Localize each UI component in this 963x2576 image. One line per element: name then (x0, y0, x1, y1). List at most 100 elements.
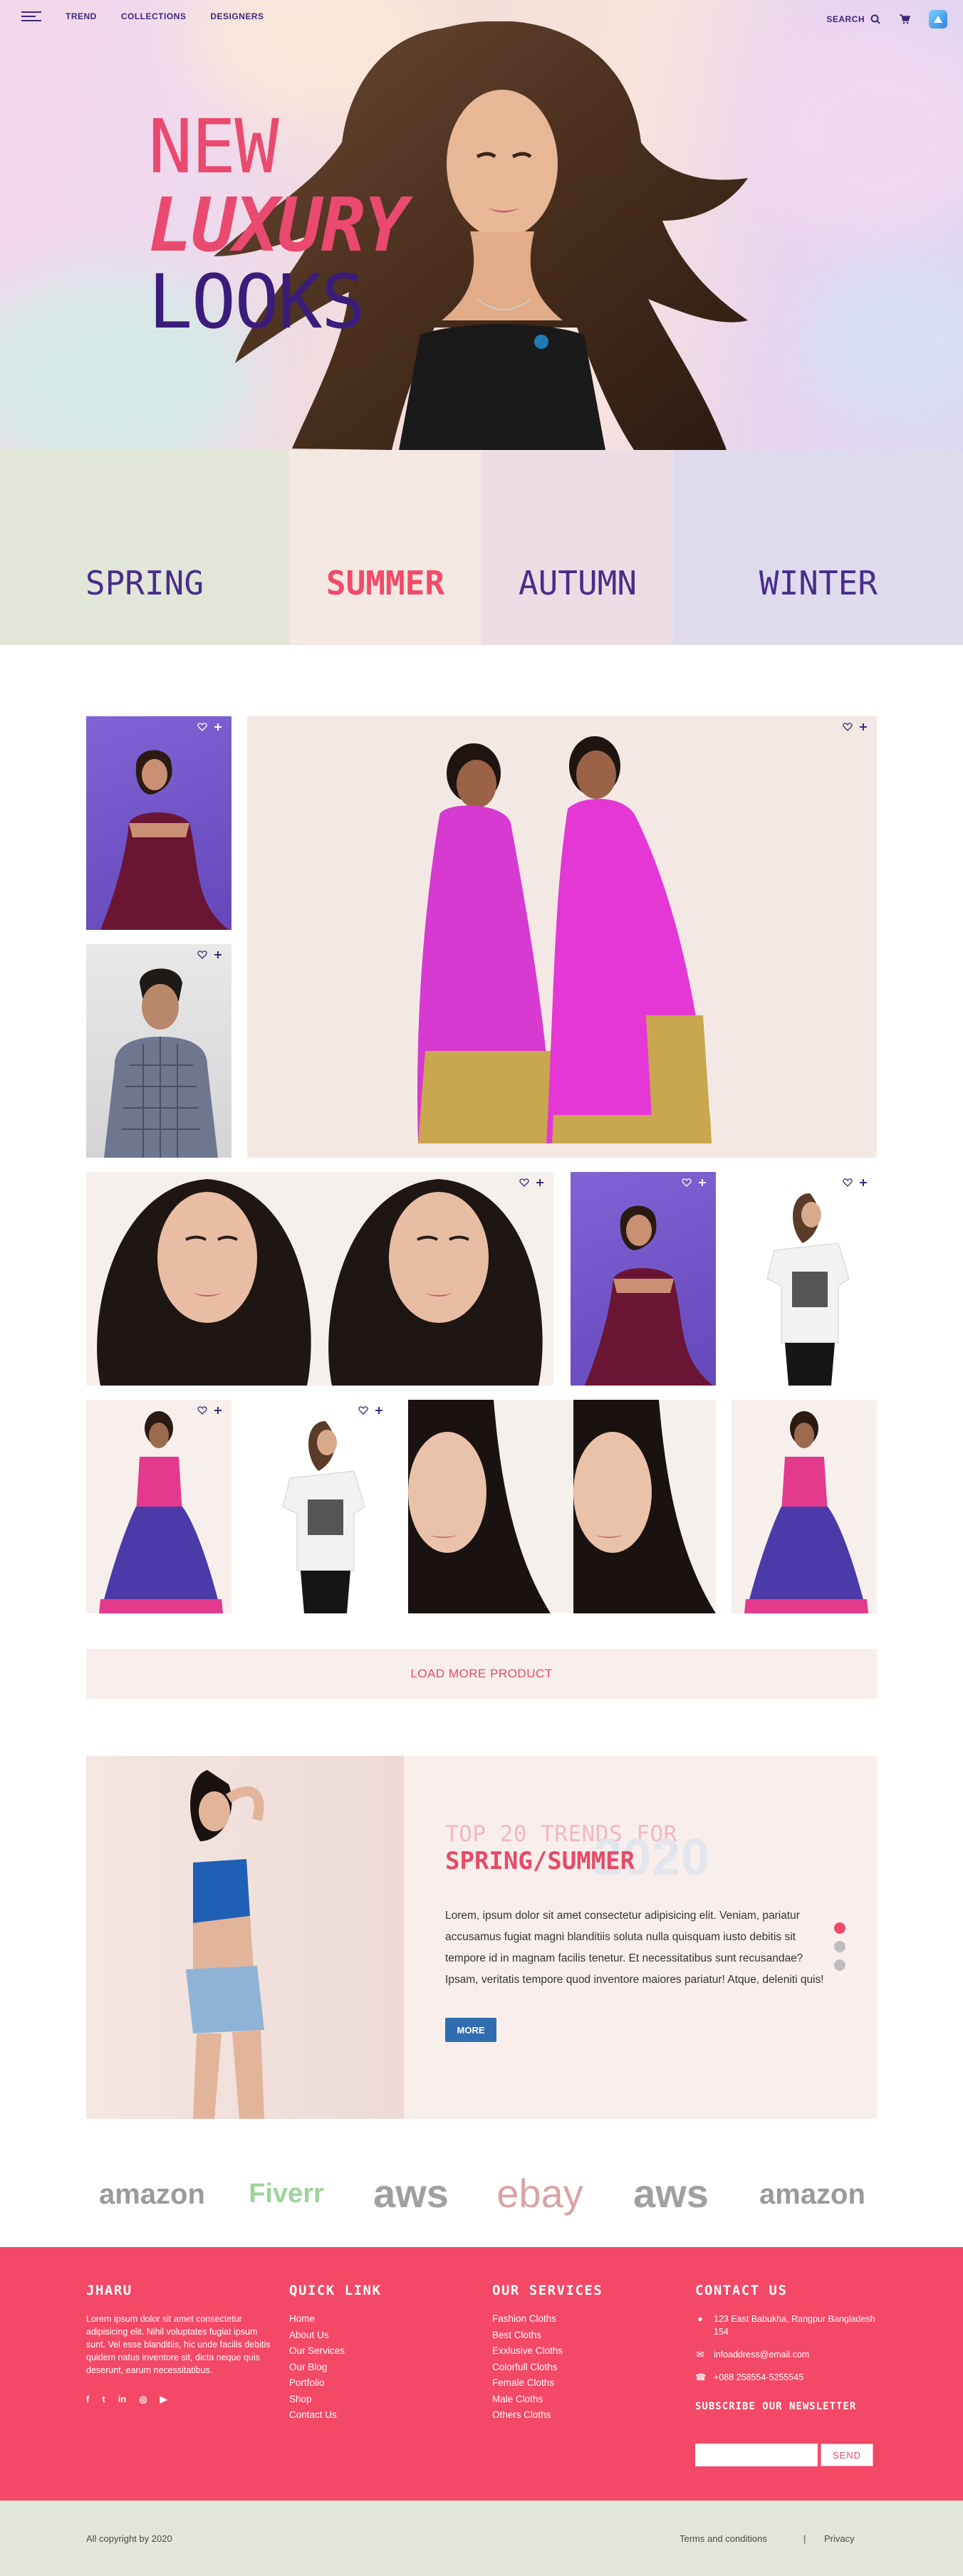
more-button[interactable]: MORE (445, 2018, 496, 2042)
contact-address: ● 123 East Babukha, Rangpur Bangladesh 1… (695, 2313, 880, 2338)
footer-services: OUR SERVICES Fashion Cloths Best Cloths … (492, 2283, 603, 2424)
footer-link-home[interactable]: Home (289, 2311, 381, 2328)
search-button[interactable]: SEARCH (826, 14, 880, 24)
menu-icon[interactable] (21, 10, 41, 23)
load-more-button[interactable]: LOAD MORE PRODUCT (86, 1649, 877, 1699)
footer-link-shop[interactable]: Shop (289, 2392, 381, 2408)
product-card[interactable] (408, 1400, 716, 1613)
slider-dot-active[interactable] (834, 1922, 845, 1934)
product-image (744, 1411, 868, 1613)
footer-contact-title: CONTACT US (695, 2283, 788, 2298)
brand-logo-ebay[interactable]: ebay (489, 2170, 590, 2216)
newsletter-email-input[interactable] (695, 2444, 818, 2466)
nav-link-collections[interactable]: COLLECTIONS (121, 11, 187, 21)
brand-logo-aws[interactable]: aws (620, 2170, 722, 2216)
nav-link-designers[interactable]: DESIGNERS (210, 11, 264, 21)
nav-link-trend[interactable]: TREND (66, 11, 97, 21)
newsletter-send-button[interactable]: SEND (821, 2444, 873, 2466)
product-card[interactable] (571, 1172, 716, 1386)
footer-quick-link-title: QUICK LINK (289, 2283, 382, 2298)
cart-icon[interactable] (899, 14, 910, 24)
plus-icon[interactable] (858, 1178, 868, 1188)
product-actions (843, 722, 868, 732)
product-card[interactable] (732, 1400, 877, 1613)
plus-icon[interactable] (374, 1405, 384, 1415)
product-card[interactable] (247, 1400, 392, 1613)
contact-email[interactable]: ✉ infoaddress@email.com (695, 2348, 880, 2361)
footer-service-link[interactable]: Fashion Cloths (492, 2311, 603, 2328)
contact-email-text: infoaddress@email.com (714, 2350, 810, 2360)
footer-service-link[interactable]: Others Cloths (492, 2407, 603, 2424)
heart-icon[interactable] (197, 950, 207, 960)
product-card[interactable] (86, 1400, 231, 1613)
hero-title-line2: LUXURY (148, 182, 409, 268)
site-footer: JHARU Lorem ipsum dolor sit amet consect… (0, 2247, 963, 2501)
product-image (408, 1400, 716, 1613)
heart-icon[interactable] (843, 722, 853, 732)
footer-service-link[interactable]: Male Cloths (492, 2392, 603, 2408)
footer-contact: CONTACT US ● 123 East Babukha, Rangpur B… (695, 2283, 880, 2412)
facebook-icon[interactable]: f (86, 2394, 89, 2405)
product-card[interactable] (86, 1172, 553, 1386)
contact-phone-text: +088 258554-5255545 (714, 2372, 804, 2382)
hero-bg-cloud (755, 28, 963, 242)
product-card-featured[interactable] (247, 716, 877, 1158)
season-tab-spring[interactable]: SPRING (0, 450, 289, 645)
brand-logo-amazon[interactable]: amazon (99, 2179, 205, 2211)
season-tab-autumn[interactable]: AUTUMN (481, 450, 674, 645)
product-card[interactable] (86, 944, 231, 1158)
season-tabs: SPRING SUMMER AUTUMN WINTER (0, 450, 963, 645)
plus-icon[interactable] (535, 1178, 545, 1188)
footer-service-link[interactable]: Best Cloths (492, 2328, 603, 2344)
hero-banner: TREND COLLECTIONS DESIGNERS SEARCH NEW L… (0, 0, 963, 450)
footer-link-services[interactable]: Our Services (289, 2343, 381, 2360)
app-logo-icon[interactable] (929, 10, 947, 28)
footer-link-about[interactable]: About Us (289, 2328, 381, 2344)
heart-icon[interactable] (843, 1178, 853, 1188)
footer-service-link[interactable]: Female Cloths (492, 2375, 603, 2392)
terms-link[interactable]: Terms and conditions (680, 2533, 767, 2544)
plus-icon[interactable] (858, 722, 868, 732)
heart-icon[interactable] (197, 722, 207, 732)
product-actions (519, 1178, 545, 1188)
bottom-bar: All copyright by 2020 Terms and conditio… (0, 2501, 963, 2576)
brand-logo-amazon[interactable]: amazon (759, 2179, 865, 2211)
contact-phone[interactable]: ☎ +088 258554-5255545 (695, 2371, 880, 2384)
plus-icon[interactable] (213, 722, 223, 732)
heart-icon[interactable] (358, 1405, 368, 1415)
footer-service-link[interactable]: Exxlusive Cloths (492, 2343, 603, 2360)
product-card[interactable] (86, 716, 231, 930)
heart-icon[interactable] (682, 1178, 692, 1188)
trends-section: TOP 20 TRENDS FOR 2020 SPRING/SUMMER Lor… (86, 1756, 877, 2119)
twitter-icon[interactable]: t (102, 2394, 105, 2405)
footer-link-contact[interactable]: Contact Us (289, 2407, 381, 2424)
slider-dot[interactable] (834, 1959, 845, 1971)
plus-icon[interactable] (213, 1405, 223, 1415)
instagram-icon[interactable]: ◎ (139, 2394, 147, 2405)
footer-link-portfolio[interactable]: Portfolio (289, 2375, 381, 2392)
slider-dot[interactable] (834, 1941, 845, 1952)
copyright-text: All copyright by 2020 (86, 2533, 172, 2544)
brand-logo-fiverr[interactable]: Fiverr (236, 2179, 337, 2209)
youtube-icon[interactable]: ▶ (160, 2394, 167, 2405)
season-tab-summer[interactable]: SUMMER (289, 450, 481, 645)
plus-icon[interactable] (697, 1178, 707, 1188)
plus-icon[interactable] (213, 950, 223, 960)
location-icon: ● (697, 2314, 703, 2324)
season-tab-winter[interactable]: WINTER (674, 450, 963, 645)
heart-icon[interactable] (197, 1405, 207, 1415)
footer-link-blog[interactable]: Our Blog (289, 2360, 381, 2376)
newsletter-title: SUBSCRIBE OUR NEWSLETTER (695, 2401, 857, 2412)
product-actions (843, 1178, 868, 1188)
product-actions (197, 722, 223, 732)
phone-icon: ☎ (695, 2372, 707, 2382)
privacy-link[interactable]: Privacy (824, 2533, 855, 2544)
hero-title-line3: LOOKS (148, 258, 365, 345)
trends-title-line2: SPRING/SUMMER (445, 1847, 635, 1875)
brand-logo-aws[interactable]: aws (360, 2170, 462, 2216)
product-card[interactable] (732, 1172, 877, 1386)
search-label: SEARCH (826, 14, 865, 24)
linkedin-icon[interactable]: in (118, 2394, 127, 2405)
footer-service-link[interactable]: Colorfull Cloths (492, 2360, 603, 2376)
heart-icon[interactable] (519, 1178, 529, 1188)
